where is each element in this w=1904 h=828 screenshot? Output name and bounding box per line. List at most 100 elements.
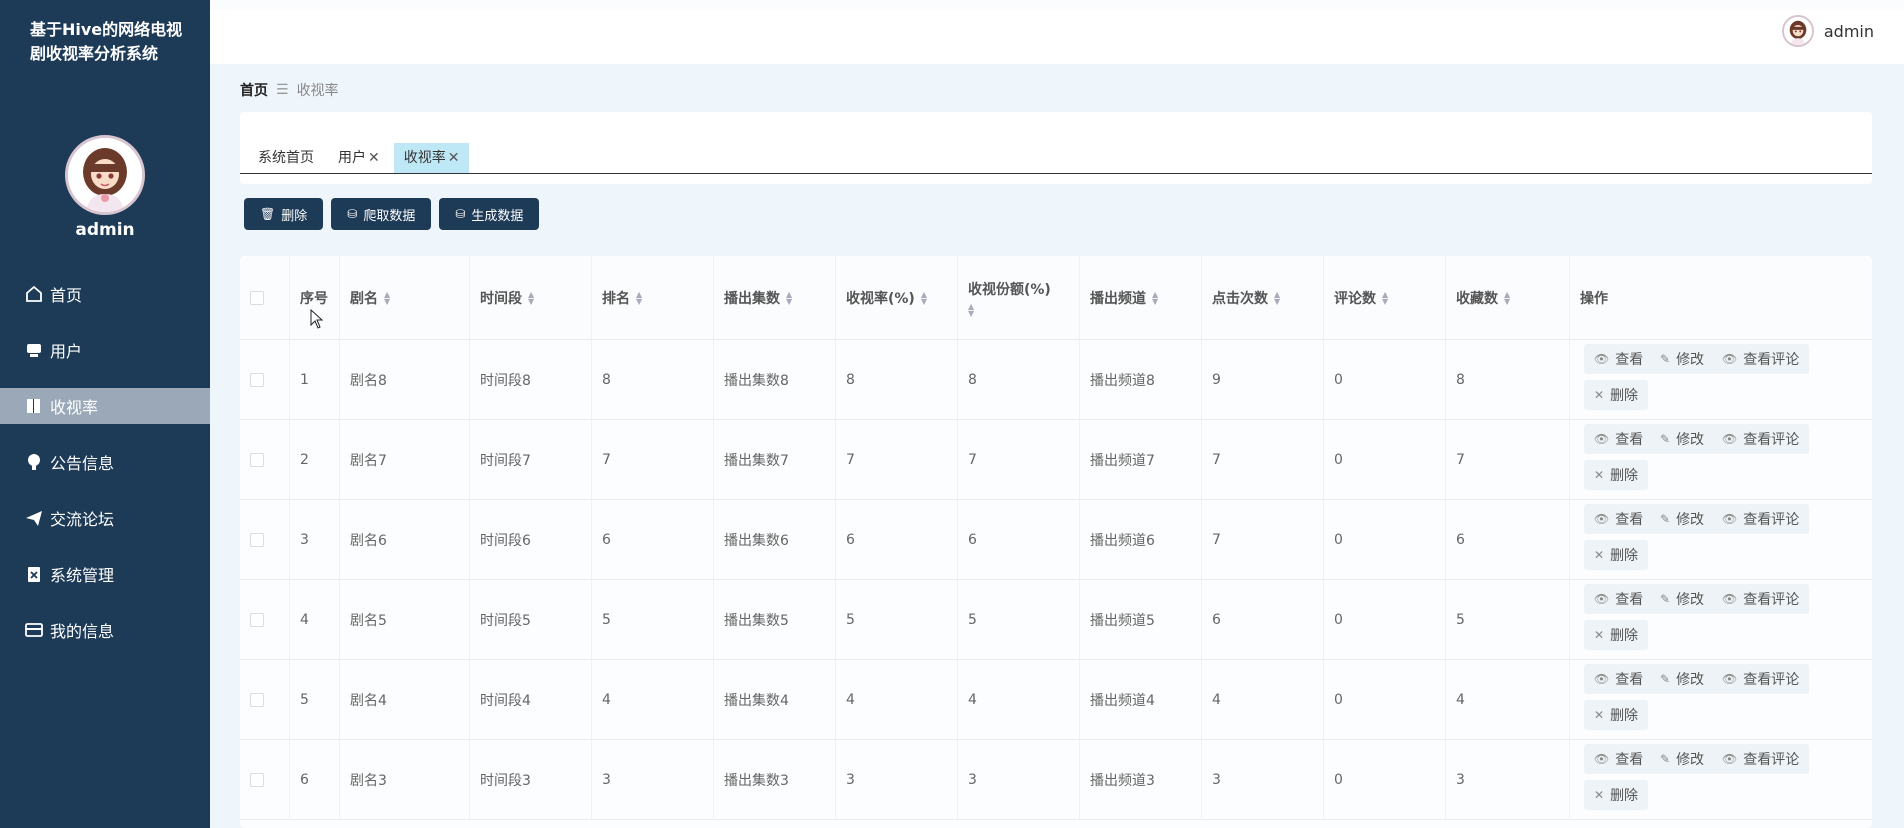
view-comments-button[interactable]: 👁 查看评论: [1712, 424, 1810, 454]
generate-button-label: 生成数据: [471, 208, 524, 224]
row-checkbox[interactable]: [250, 453, 264, 467]
view-button[interactable]: 👁 查看: [1584, 344, 1654, 374]
column-header[interactable]: 收藏数 ▲ ▼: [1446, 256, 1570, 340]
table-cell: 5: [836, 580, 958, 660]
sort-icon[interactable]: ▲ ▼: [786, 291, 792, 306]
breadcrumb-separator-icon: ☰: [276, 82, 289, 98]
generate-data-button[interactable]: ⛁ 生成数据: [439, 198, 540, 230]
table-cell: 0: [1324, 340, 1446, 420]
table-cell: 播出频道6: [1080, 500, 1202, 580]
eye-icon: 👁: [1722, 672, 1738, 686]
action-label: 删除: [1610, 388, 1639, 404]
edit-button[interactable]: ✎ 修改: [1650, 744, 1715, 774]
table-cell: 时间段6: [470, 500, 592, 580]
table-cell: 播出集数5: [714, 580, 836, 660]
table-cell: 时间段8: [470, 340, 592, 420]
table-cell: 7: [1446, 420, 1570, 500]
table-cell: 6: [1202, 580, 1324, 660]
row-delete-button[interactable]: ✕ 删除: [1584, 460, 1649, 490]
top-header: admin: [210, 0, 1904, 64]
delete-button-label: 删除: [281, 208, 308, 224]
sidebar-item-forum[interactable]: 交流论坛: [0, 490, 210, 546]
row-checkbox[interactable]: [250, 693, 264, 707]
edit-button[interactable]: ✎ 修改: [1650, 504, 1715, 534]
sidebar-item-profile[interactable]: 我的信息: [0, 602, 210, 658]
sort-icon[interactable]: ▲ ▼: [384, 291, 390, 306]
edit-button[interactable]: ✎ 修改: [1650, 424, 1715, 454]
view-button[interactable]: 👁 查看: [1584, 504, 1654, 534]
tab-ratings[interactable]: 收视率 ✕: [393, 143, 470, 173]
action-label: 修改: [1676, 672, 1705, 688]
row-delete-button[interactable]: ✕ 删除: [1584, 380, 1649, 410]
row-delete-button[interactable]: ✕ 删除: [1584, 700, 1649, 730]
eye-icon: 👁: [1594, 352, 1610, 366]
sidebar-item-notices[interactable]: 公告信息: [0, 434, 210, 490]
column-header[interactable]: 时间段 ▲ ▼: [470, 256, 592, 340]
toolbar: 🗑 删除 ⛁ 爬取数据 ⛁ 生成数据: [244, 198, 540, 230]
edit-button[interactable]: ✎ 修改: [1650, 584, 1715, 614]
view-comments-button[interactable]: 👁 查看评论: [1712, 344, 1810, 374]
crawl-data-button[interactable]: ⛁ 爬取数据: [331, 198, 432, 230]
view-comments-button[interactable]: 👁 查看评论: [1712, 504, 1810, 534]
sort-icon[interactable]: ▲ ▼: [1274, 291, 1280, 306]
sidebar-item-system[interactable]: 系统管理: [0, 546, 210, 602]
column-header[interactable]: 收视率(%) ▲ ▼: [836, 256, 958, 340]
view-button[interactable]: 👁 查看: [1584, 424, 1654, 454]
view-button[interactable]: 👁 查看: [1584, 744, 1654, 774]
table-cell: 4: [1202, 660, 1324, 740]
row-checkbox[interactable]: [250, 773, 264, 787]
table-cell: 播出频道7: [1080, 420, 1202, 500]
sort-icon[interactable]: ▲ ▼: [1152, 291, 1158, 306]
row-delete-button[interactable]: ✕ 删除: [1584, 540, 1649, 570]
view-button[interactable]: 👁 查看: [1584, 584, 1654, 614]
row-checkbox[interactable]: [250, 533, 264, 547]
header-user-menu[interactable]: admin: [1781, 15, 1874, 47]
row-delete-button[interactable]: ✕ 删除: [1584, 620, 1649, 650]
breadcrumb-home[interactable]: 首页: [240, 80, 268, 100]
sort-icon[interactable]: ▲ ▼: [528, 291, 534, 306]
table-cell: 6: [290, 740, 340, 820]
edit-icon: ✎: [1660, 592, 1671, 606]
table-cell: 3: [290, 500, 340, 580]
column-header[interactable]: 排名 ▲ ▼: [592, 256, 714, 340]
action-label: 删除: [1610, 468, 1639, 484]
view-button[interactable]: 👁 查看: [1584, 664, 1654, 694]
close-icon: ✕: [1594, 708, 1605, 722]
sidebar-item-home[interactable]: 首页: [0, 266, 210, 322]
sort-icon[interactable]: ▲ ▼: [636, 291, 642, 306]
view-comments-button[interactable]: 👁 查看评论: [1712, 584, 1810, 614]
action-label: 查看: [1615, 512, 1644, 528]
view-comments-button[interactable]: 👁 查看评论: [1712, 664, 1810, 694]
sort-icon[interactable]: ▲ ▼: [1504, 291, 1510, 306]
action-label: 删除: [1610, 708, 1639, 724]
row-delete-button[interactable]: ✕ 删除: [1584, 780, 1649, 810]
column-header-label: 收视份额(%): [968, 282, 1051, 298]
delete-button[interactable]: 🗑 删除: [244, 198, 324, 230]
column-header[interactable]: 剧名 ▲ ▼: [340, 256, 470, 340]
edit-button[interactable]: ✎ 修改: [1650, 344, 1715, 374]
edit-button[interactable]: ✎ 修改: [1650, 664, 1715, 694]
column-header[interactable]: 播出集数 ▲ ▼: [714, 256, 836, 340]
table-cell: 4: [958, 660, 1080, 740]
row-checkbox[interactable]: [250, 613, 264, 627]
column-header[interactable]: 点击次数 ▲ ▼: [1202, 256, 1324, 340]
tab-users[interactable]: 用户 ✕: [328, 143, 390, 173]
close-icon[interactable]: ✕: [368, 150, 380, 166]
sort-icon[interactable]: ▲ ▼: [921, 291, 927, 306]
column-header[interactable]: 评论数 ▲ ▼: [1324, 256, 1446, 340]
tab-system-home[interactable]: 系统首页: [248, 143, 324, 173]
column-header[interactable]: 播出频道 ▲ ▼: [1080, 256, 1202, 340]
column-header[interactable]: 收视份额(%) ▲ ▼: [958, 256, 1080, 340]
select-all-checkbox[interactable]: [250, 291, 264, 305]
sort-icon[interactable]: ▲ ▼: [1382, 291, 1388, 306]
close-icon[interactable]: ✕: [448, 150, 460, 166]
sort-icon[interactable]: ▲ ▼: [968, 303, 974, 318]
view-comments-button[interactable]: 👁 查看评论: [1712, 744, 1810, 774]
row-checkbox[interactable]: [250, 373, 264, 387]
action-label: 删除: [1610, 628, 1639, 644]
table-cell: 0: [1324, 500, 1446, 580]
sidebar-item-users[interactable]: 用户: [0, 322, 210, 378]
tab-label: 用户: [338, 150, 366, 166]
table-cell: 2: [290, 420, 340, 500]
sidebar-item-ratings[interactable]: 收视率: [0, 388, 210, 424]
